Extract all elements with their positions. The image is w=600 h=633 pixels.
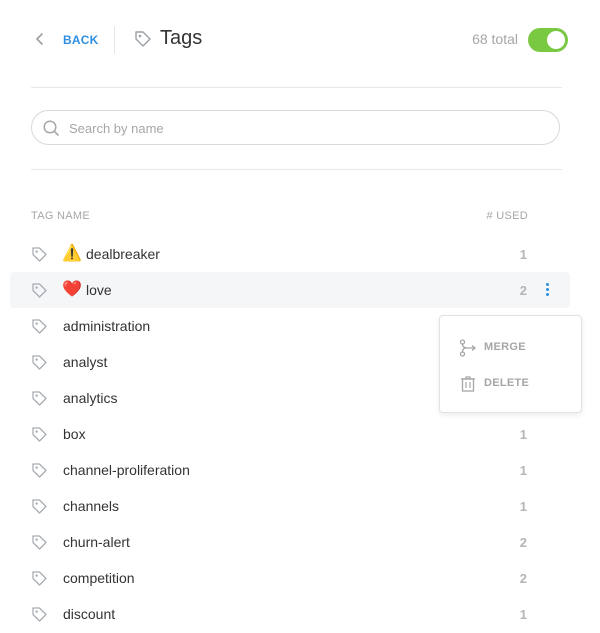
total-count: 68 total bbox=[472, 31, 518, 47]
tag-icon bbox=[32, 355, 47, 370]
tag-used-count: 2 bbox=[519, 535, 527, 550]
tag-used-count: 2 bbox=[519, 283, 527, 298]
tag-icon bbox=[32, 535, 47, 550]
header-divider bbox=[114, 26, 115, 54]
tag-name[interactable]: dealbreaker bbox=[86, 246, 160, 262]
tag-row[interactable]: discount 1 bbox=[10, 596, 570, 632]
delete-menu-item[interactable]: DELETE bbox=[440, 370, 581, 398]
tag-row[interactable]: ⚠️ dealbreaker 1 bbox=[10, 236, 570, 272]
page-title: Tags bbox=[160, 27, 203, 49]
visibility-toggle[interactable] bbox=[528, 28, 568, 52]
tag-row[interactable]: channels 1 bbox=[10, 488, 570, 524]
tag-row[interactable]: churn-alert 2 bbox=[10, 524, 570, 560]
tag-name[interactable]: channels bbox=[63, 498, 119, 514]
tag-icon bbox=[135, 31, 151, 47]
search-input[interactable] bbox=[67, 111, 551, 146]
more-options-icon[interactable] bbox=[541, 281, 553, 299]
tag-used-count: 1 bbox=[519, 463, 527, 478]
tag-used-count: 2 bbox=[519, 571, 527, 586]
tag-emoji: ❤️ bbox=[62, 281, 82, 298]
tag-name[interactable]: competition bbox=[63, 570, 135, 586]
tag-icon bbox=[32, 499, 47, 514]
tag-used-count: 1 bbox=[519, 499, 527, 514]
tag-used-count: 1 bbox=[519, 607, 527, 622]
tag-icon bbox=[32, 607, 47, 622]
tag-name[interactable]: analyst bbox=[63, 354, 107, 370]
tag-name[interactable]: discount bbox=[63, 606, 115, 622]
tag-icon bbox=[32, 247, 47, 262]
tag-row[interactable]: competition 2 bbox=[10, 560, 570, 596]
delete-label: DELETE bbox=[484, 377, 530, 389]
search-icon bbox=[43, 120, 59, 136]
search-box[interactable] bbox=[31, 110, 560, 146]
tag-name[interactable]: administration bbox=[63, 318, 150, 334]
tag-list: ⚠️ dealbreaker 1 ❤️ love 2 administration analy… bbox=[0, 236, 600, 632]
tag-used-count: 1 bbox=[519, 427, 527, 442]
tag-name[interactable]: box bbox=[63, 426, 86, 442]
column-header-tag-name: TAG NAME bbox=[31, 210, 91, 222]
header: BACK Tags 68 total bbox=[0, 0, 600, 80]
divider bbox=[31, 87, 562, 88]
trash-icon bbox=[461, 376, 475, 392]
divider bbox=[31, 169, 562, 170]
merge-label: MERGE bbox=[484, 341, 526, 353]
tag-icon bbox=[32, 319, 47, 334]
chevron-left-icon[interactable] bbox=[34, 31, 46, 47]
tag-row[interactable]: channel-proliferation 1 bbox=[10, 452, 570, 488]
tag-icon bbox=[32, 427, 47, 442]
tag-emoji: ⚠️ bbox=[62, 245, 82, 262]
back-button[interactable]: BACK bbox=[63, 33, 98, 47]
tag-name[interactable]: churn-alert bbox=[63, 534, 130, 550]
merge-icon bbox=[459, 339, 477, 357]
column-header-used: # USED bbox=[486, 210, 528, 222]
tag-row[interactable]: ❤️ love 2 bbox=[10, 272, 570, 308]
tag-row[interactable]: box 1 bbox=[10, 416, 570, 452]
tag-icon bbox=[32, 283, 47, 298]
merge-menu-item[interactable]: MERGE bbox=[440, 334, 581, 362]
tag-icon bbox=[32, 463, 47, 478]
tag-used-count: 1 bbox=[519, 247, 527, 262]
toggle-knob bbox=[547, 31, 565, 49]
tag-icon bbox=[32, 571, 47, 586]
tag-name[interactable]: analytics bbox=[63, 390, 117, 406]
row-context-menu: MERGE DELETE bbox=[439, 315, 582, 413]
tag-name[interactable]: love bbox=[86, 282, 112, 298]
tag-name[interactable]: channel-proliferation bbox=[63, 462, 190, 478]
tag-icon bbox=[32, 391, 47, 406]
